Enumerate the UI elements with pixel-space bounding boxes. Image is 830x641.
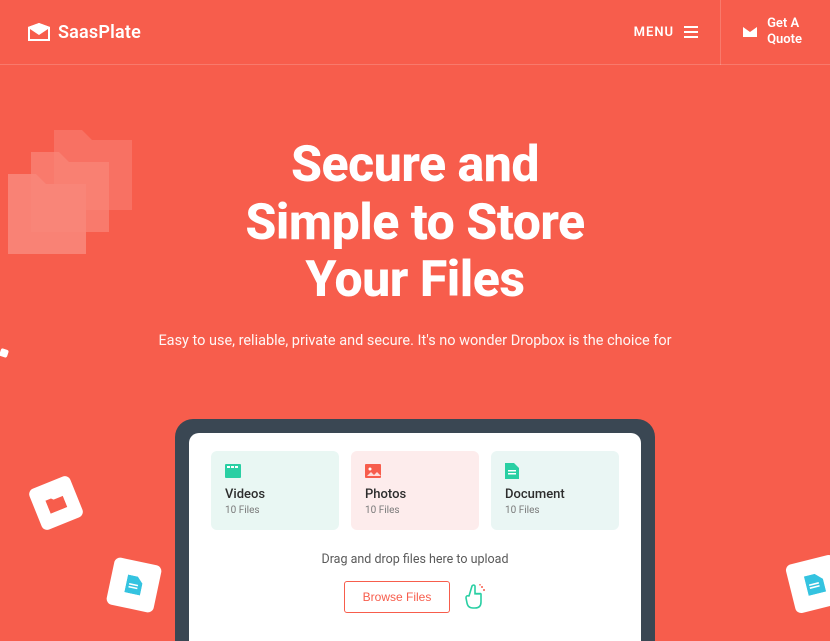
card-document[interactable]: Document 10 Files (491, 451, 619, 530)
menu-button[interactable]: MENU (634, 0, 720, 65)
photo-icon (365, 463, 381, 477)
hamburger-icon (684, 26, 698, 38)
card-count: 10 Files (225, 505, 325, 516)
card-videos[interactable]: Videos 10 Files (211, 451, 339, 530)
file-type-cards: Videos 10 Files Photos 10 Files Document… (211, 451, 619, 530)
upload-panel: Videos 10 Files Photos 10 Files Document… (189, 433, 641, 641)
hand-pointer-icon (464, 584, 486, 610)
card-title: Photos (365, 487, 465, 502)
hero-subtitle: Easy to use, reliable, private and secur… (0, 332, 830, 349)
get-quote-button[interactable]: Get A Quote (721, 16, 802, 47)
brand-name: SaasPlate (58, 22, 141, 43)
drop-zone-text: Drag and drop files here to upload (211, 552, 619, 567)
folders-stack-icon (8, 130, 148, 264)
card-count: 10 Files (365, 505, 465, 516)
card-count: 10 Files (505, 505, 605, 516)
document-icon (505, 463, 521, 477)
quote-label: Get A Quote (767, 16, 802, 47)
floating-tile-document-right (785, 554, 830, 615)
laptop-frame: Videos 10 Files Photos 10 Files Document… (175, 419, 655, 641)
floating-tile-folder (27, 474, 84, 531)
menu-label: MENU (634, 25, 674, 40)
envelope-open-icon (28, 23, 50, 41)
brand-logo[interactable]: SaasPlate (28, 22, 141, 43)
envelope-icon (743, 27, 757, 37)
browse-files-button[interactable]: Browse Files (344, 581, 451, 613)
card-photos[interactable]: Photos 10 Files (351, 451, 479, 530)
laptop-mockup: Videos 10 Files Photos 10 Files Document… (175, 419, 655, 641)
header: SaasPlate MENU Get A Quote (0, 0, 830, 65)
card-title: Document (505, 487, 605, 502)
floating-dot (0, 347, 9, 357)
floating-tile-document (106, 557, 163, 614)
card-title: Videos (225, 487, 325, 502)
video-icon (225, 463, 241, 477)
